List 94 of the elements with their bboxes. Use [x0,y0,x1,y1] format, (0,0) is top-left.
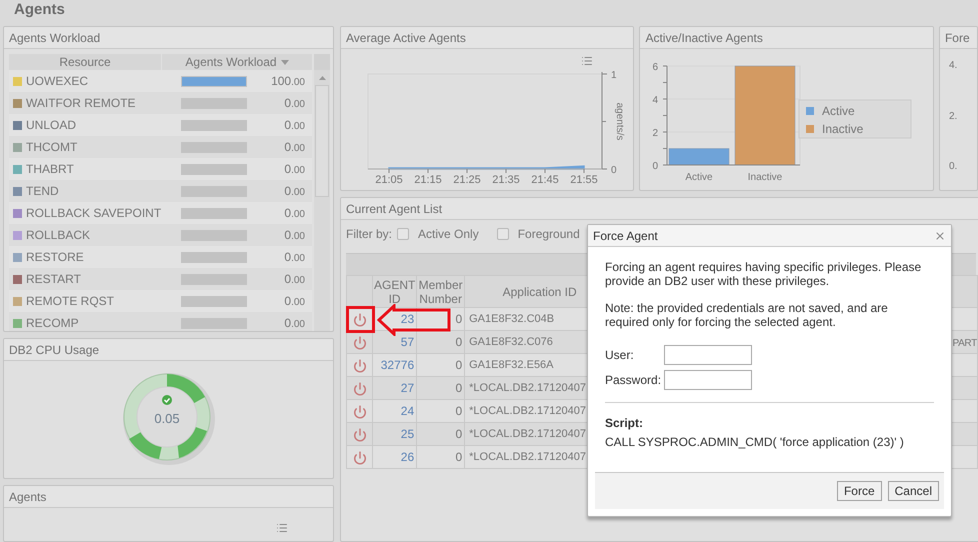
axis-tick-label: 2 [652,128,658,139]
workload-bar-track [181,164,247,174]
workload-bar-track [181,98,247,108]
workload-bar-track [181,208,247,218]
workload-value: 0.00 [284,227,305,244]
resource-name: UOWEXEC [26,73,90,90]
scroll-up-icon[interactable] [318,76,326,80]
axis-tick-label: 21:45 [531,174,559,186]
panel-title: Fore [940,27,977,49]
axis-tick-label: 6 [652,62,658,73]
power-button[interactable] [352,450,366,465]
workload-value: 0.00 [284,95,305,112]
axis-tick-label: 21:05 [375,174,403,186]
workload-value: 100.00 [271,73,305,90]
workload-value: 0.00 [284,117,305,134]
input-field[interactable] [664,345,752,365]
power-button[interactable] [352,358,366,373]
resource-name: ROLLBACK [26,227,92,244]
axis-tick-label: 2. [948,112,958,122]
workload-bar-track [181,142,247,152]
agent-id-link[interactable]: 26 [372,446,417,468]
workload-value: 0.00 [284,249,305,266]
workload-value: 0.00 [284,205,305,222]
workload-value: 0.00 [284,293,305,310]
panel-title: Agents [4,486,333,508]
gauge-value: 0.05 [154,411,180,426]
resource-name: WAITFOR REMOTE [26,95,137,112]
axis-tick-label: 1 [611,70,617,81]
axis-tick-label: 21:35 [492,174,520,186]
axis-tick-label: 4 [652,95,658,106]
workload-bar-track [181,296,247,306]
workload-value: 0.00 [284,139,305,156]
axis-tick-label: 4. [948,61,958,71]
axis-tick-label: Inactive [748,172,783,183]
table-cell: PART [952,338,977,349]
axis-title: agents/s [614,102,625,140]
dialog-title: Force Agent [593,228,658,244]
resource-name: THCOMT [26,139,78,156]
table-cell: 0 [416,446,465,468]
column-header[interactable]: Resource [9,54,161,70]
panel-title: DB2 CPU Usage [4,338,333,361]
resource-name: RESTORE [26,249,85,266]
scroll-thumb[interactable] [315,85,329,197]
scrollbar[interactable] [314,54,330,331]
workload-bar-track [181,318,247,328]
resource-name: TEND [26,183,60,200]
panel-title: Agents Workload [4,27,333,49]
power-button[interactable] [352,336,366,350]
filter-option-label[interactable]: Foreground [518,224,580,242]
workload-bar-track [181,274,247,284]
dialog-button[interactable]: Force [836,481,882,501]
axis-tick-label: 21:55 [570,174,598,186]
resource-name: THABRT [26,161,75,178]
input-field[interactable] [664,370,752,390]
workload-bar-track [181,186,247,196]
legend-label: Inactive [822,122,864,136]
sort-caret-icon [280,60,289,64]
highlight-frame [346,306,375,333]
axis-tick-label: 21:25 [453,174,481,186]
bar [669,148,730,166]
resource-name: REMOTE RQST [26,293,116,310]
panel-title: Average Active Agents [341,27,634,49]
axis-tick-label: 21:15 [414,174,442,186]
resource-name: RESTART [26,271,82,288]
panel-title: Active/Inactive Agents [640,27,933,49]
power-button[interactable] [352,404,366,419]
filter-option-label[interactable]: Active Only [418,224,479,242]
panel-title: Current Agent List [341,198,978,220]
workload-bar-track [181,230,247,240]
column-header[interactable]: Agents Workload [162,54,312,70]
dialog-button[interactable]: Cancel [888,481,939,501]
filter-checkbox[interactable] [397,228,410,240]
power-button[interactable] [352,382,366,396]
axis-tick-label: 0. [948,162,958,172]
filter-checkbox[interactable] [496,228,509,240]
axis-tick-label: 0 [652,161,658,172]
resource-name: ROLLBACK SAVEPOINT [26,205,162,222]
close-button[interactable] [934,230,946,242]
workload-bar-track [181,252,247,262]
workload-value: 0.00 [284,161,305,178]
resource-name: RECOMP [26,315,80,331]
workload-bar-track [181,120,247,130]
axis-tick-label: Active [686,172,714,183]
filter-label: Filter by: [346,226,392,242]
axis-tick-label: 0 [611,165,617,176]
workload-value: 0.00 [284,271,305,288]
page-title: Agents [14,0,65,20]
check-icon [162,395,172,406]
resource-name: UNLOAD [26,117,78,134]
power-button[interactable] [352,428,366,442]
workload-value: 0.00 [284,315,305,331]
power-button[interactable] [352,312,366,327]
legend-label: Active [822,104,856,118]
workload-value: 0.00 [284,183,305,200]
